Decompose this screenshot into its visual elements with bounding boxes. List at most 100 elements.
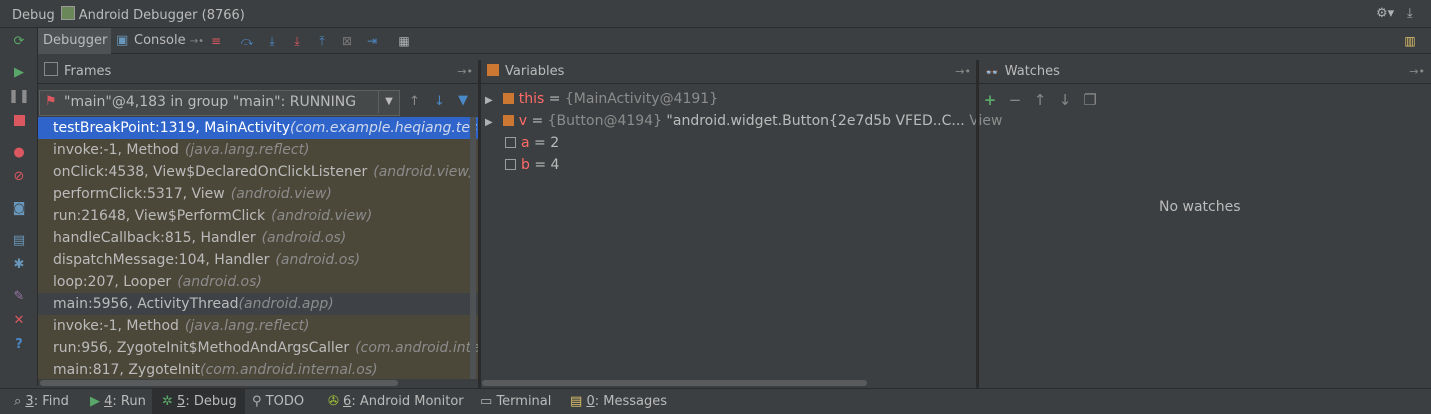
watches-title: Watches	[1004, 64, 1060, 79]
expand-arrow-icon[interactable]: ▶	[485, 117, 493, 128]
tab-terminal[interactable]: ▭ Terminal	[480, 389, 551, 414]
rerun-icon[interactable]: ⟳	[11, 33, 27, 49]
variables-title: Variables	[505, 64, 565, 79]
variable-name: b	[521, 157, 530, 173]
tab-run[interactable]: ▶ 4: Run	[90, 389, 146, 414]
variable-row[interactable]: b = 4	[505, 154, 559, 176]
variable-type: {Button@4194}	[547, 113, 662, 129]
frame-row[interactable]: testBreakPoint:1319, MainActivity(com.ex…	[38, 117, 479, 139]
settings-icon[interactable]: ✱	[11, 256, 27, 272]
frame-row[interactable]: performClick:5317, View (android.view)	[38, 183, 479, 205]
stop-icon[interactable]	[11, 112, 27, 128]
screenshot-icon[interactable]: ◙	[11, 200, 27, 216]
variable-name: v	[518, 113, 527, 129]
step-into-icon[interactable]: ⤓	[264, 33, 280, 49]
show-execution-point-icon[interactable]: ≡	[208, 33, 224, 49]
tab-debug[interactable]: ✲ 5: Debug	[152, 389, 245, 414]
frame-row[interactable]: onClick:4538, View$DeclaredOnClickListen…	[38, 161, 479, 183]
variable-name: this	[518, 91, 545, 107]
frame-row[interactable]: run:956, ZygoteInit$MethodAndArgsCaller (…	[38, 337, 479, 359]
copy-icon[interactable]: ❐	[1082, 92, 1098, 108]
frame-method: main:817, ZygoteInit	[53, 362, 201, 378]
bottom-tool-bar: ⌕ 3: Find ▶ 4: Run ✲ 5: Debug ⚲ TODO ✇ 6…	[0, 388, 1431, 414]
variable-row[interactable]: a = 2	[505, 132, 559, 154]
tab-android-monitor[interactable]: ✇ 6: Android Monitor	[328, 389, 464, 414]
frame-row[interactable]: invoke:-1, Method (java.lang.reflect)	[38, 139, 479, 161]
tab-label: : Messages	[594, 394, 667, 409]
variable-value: "android.widget.Button{2e7d5b VFED..C...	[661, 113, 965, 129]
resume-icon[interactable]: ▶	[11, 64, 27, 80]
add-icon[interactable]: +	[982, 92, 998, 108]
arrow-down-icon[interactable]: ↓	[434, 94, 445, 109]
frame-package: (android.view)	[271, 208, 373, 224]
close-icon[interactable]: ✕	[11, 312, 27, 328]
debugger-toolbar: Debugger ▣ Console →• ≡ ⤼ ⤓ ⤓ ⤒ ⊠ ⇥ ▦ ▥	[38, 28, 1431, 54]
tab-messages[interactable]: ▤ 0: Messages	[570, 389, 667, 414]
arrow-up-icon[interactable]: ↑	[1032, 92, 1048, 108]
run-to-cursor-icon[interactable]: ⇥	[364, 33, 380, 49]
view-breakpoints-icon[interactable]: ●	[11, 144, 27, 160]
frames-vscrollbar[interactable]	[470, 117, 476, 379]
frame-method: invoke:-1, Method	[53, 142, 179, 158]
pin-icon[interactable]: ✎	[11, 288, 27, 304]
watches-pin-icon[interactable]: →•	[1409, 60, 1425, 83]
evaluate-expression-icon[interactable]: ▦	[396, 33, 412, 49]
mute-breakpoints-icon[interactable]: ⊘	[11, 168, 27, 184]
frame-row[interactable]: main:5956, ActivityThread(android.app)	[38, 293, 479, 315]
tab-label: Terminal	[496, 394, 552, 409]
frame-method: run:956, ZygoteInit$MethodAndArgsCaller	[53, 340, 350, 356]
tab-debugger[interactable]: Debugger	[38, 28, 111, 54]
arrow-down-icon[interactable]: ↓	[1057, 92, 1073, 108]
frame-method: onClick:4538, View$DeclaredOnClickListen…	[53, 164, 368, 180]
step-over-icon[interactable]: ⤼	[239, 33, 255, 49]
gear-icon[interactable]: ⚙▾	[1376, 6, 1394, 21]
help-icon[interactable]: ?	[11, 336, 27, 352]
tab-todo[interactable]: ⚲ TODO	[252, 389, 304, 414]
pin-tab-icon: →•	[189, 36, 205, 47]
field-icon	[502, 115, 514, 126]
restore-layout-icon[interactable]: ▤	[11, 232, 27, 248]
variables-header: Variables →•	[481, 60, 977, 84]
frames-title: Frames	[64, 64, 112, 79]
remove-icon[interactable]: −	[1007, 92, 1023, 108]
layout-settings-icon[interactable]: ▥	[1402, 33, 1418, 49]
arrow-up-icon[interactable]: ↑	[409, 94, 420, 109]
frame-package: (java.lang.reflect)	[184, 142, 310, 158]
tab-find[interactable]: ⌕ 3: Find	[14, 389, 69, 414]
variables-pin-icon[interactable]: →•	[955, 60, 971, 83]
session-label[interactable]: Android Debugger (8766)	[79, 8, 245, 23]
frame-row[interactable]: main:817, ZygoteInit(com.android.interna…	[38, 359, 479, 379]
variable-row[interactable]: ▶ this = {MainActivity@4191}	[485, 88, 718, 110]
frame-method: invoke:-1, Method	[53, 318, 179, 334]
variable-row[interactable]: ▶ v = {Button@4194} "android.widget.Butto…	[485, 110, 1002, 132]
variable-eq: =	[529, 157, 551, 173]
frame-row[interactable]: dispatchMessage:104, Handler (android.os)	[38, 249, 479, 271]
frame-package: (com.example.heqiang.testso	[290, 120, 479, 136]
frame-row[interactable]: invoke:-1, Method (java.lang.reflect)	[38, 315, 479, 337]
variables-hscrollbar[interactable]	[482, 380, 867, 386]
primitive-icon	[505, 137, 516, 148]
force-step-into-icon[interactable]: ⤓	[289, 33, 305, 49]
frame-row[interactable]: run:21648, View$PerformClick (android.vie…	[38, 205, 479, 227]
expand-arrow-icon[interactable]: ▶	[485, 95, 493, 106]
hide-panel-icon[interactable]: ⤓	[1407, 6, 1413, 21]
variable-value: 4	[550, 157, 560, 173]
frames-list: testBreakPoint:1319, MainActivity(com.ex…	[38, 117, 479, 379]
frame-package: (com.android.intern	[355, 340, 479, 356]
drop-frame-icon[interactable]: ⊠	[339, 33, 355, 49]
terminal-icon: ▭	[480, 394, 493, 409]
chevron-down-icon[interactable]: ▼	[378, 91, 399, 113]
frame-package: (android.app)	[238, 296, 334, 312]
frame-method: dispatchMessage:104, Handler	[53, 252, 270, 268]
bug-icon: ✲	[162, 394, 173, 409]
filter-icon[interactable]: ▼	[458, 93, 468, 108]
pause-icon[interactable]: ❚❚	[8, 88, 30, 104]
frame-package: (com.android.internal.os)	[200, 362, 378, 378]
frame-row[interactable]: handleCallback:815, Handler (android.os)	[38, 227, 479, 249]
step-out-icon[interactable]: ⤒	[314, 33, 330, 49]
frames-pin-icon[interactable]: →•	[457, 60, 473, 83]
frame-row[interactable]: loop:207, Looper (android.os)	[38, 271, 479, 293]
frames-hscrollbar[interactable]	[40, 380, 398, 386]
tab-label: : Debug	[185, 394, 237, 409]
thread-selector[interactable]: ⚑ "main"@4,183 in group "main": RUNNING …	[39, 90, 400, 116]
